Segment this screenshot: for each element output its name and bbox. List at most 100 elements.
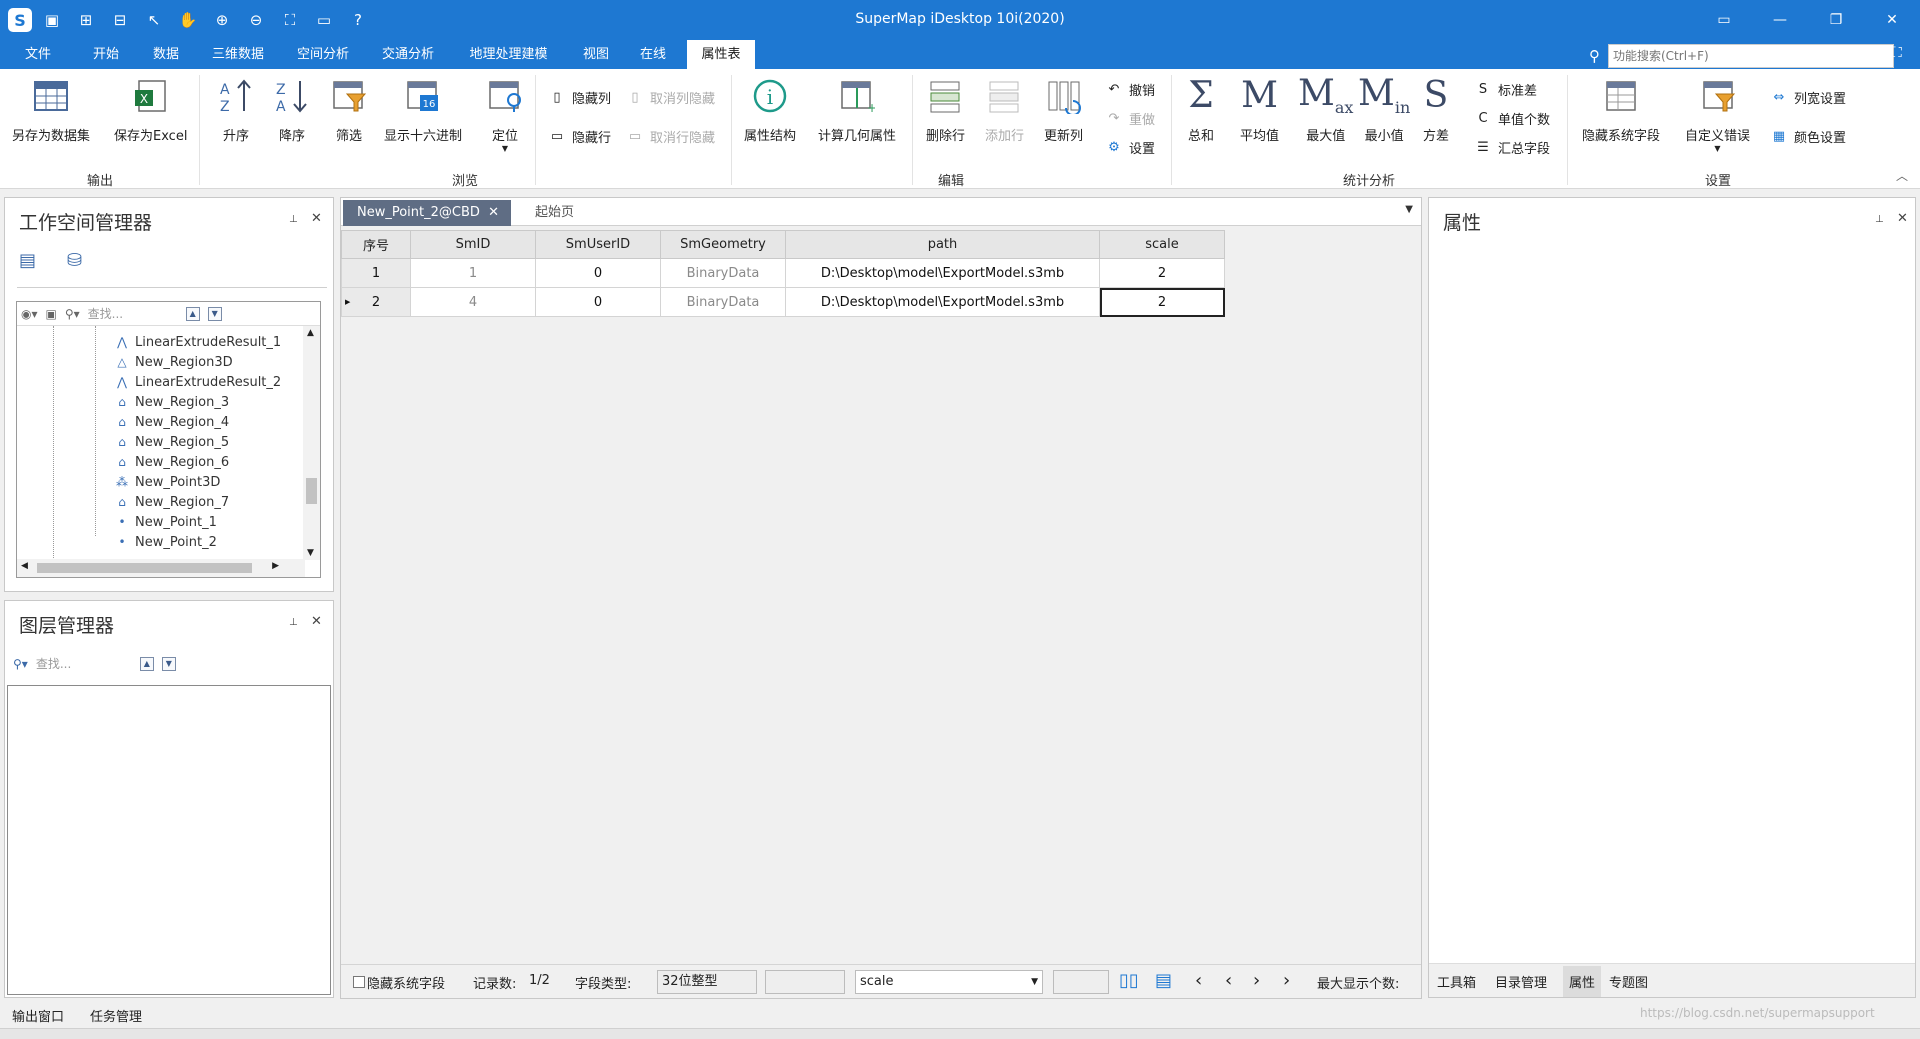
output-window-tab[interactable]: 输出窗口	[12, 1006, 64, 1025]
scale-cell-selected[interactable]: 2	[1099, 287, 1225, 317]
workspace-search-input[interactable]: 查找...	[88, 305, 178, 322]
min-button[interactable]: Min 最小值	[1358, 75, 1410, 144]
color-settings-button[interactable]: ▦ 颜色设置	[1770, 127, 1846, 146]
restore-icon[interactable]: ❐	[1808, 0, 1864, 40]
summary-field-button[interactable]: ☰ 汇总字段	[1474, 138, 1550, 157]
add-row-button[interactable]: 添加行	[985, 75, 1024, 144]
close-window-icon[interactable]: ✕	[1864, 0, 1920, 40]
sort-descending-button[interactable]: ZA 降序	[274, 75, 310, 144]
column-width-settings-button[interactable]: ⇔ 列宽设置	[1770, 88, 1846, 107]
row-layout-icon[interactable]: ▤	[1155, 970, 1172, 991]
row-index-cell[interactable]: 1	[341, 258, 411, 288]
task-manager-tab[interactable]: 任务管理	[90, 1006, 142, 1025]
move-up-icon[interactable]: ▲	[185, 306, 200, 321]
move-down-icon[interactable]: ▼	[207, 306, 222, 321]
first-page-icon[interactable]: ‹	[1195, 970, 1202, 991]
menu-tab-online[interactable]: 在线	[625, 40, 681, 69]
hide-system-fields-button[interactable]: 隐藏系统字段	[1582, 75, 1660, 144]
smuserid-cell[interactable]: 0	[535, 258, 661, 288]
tree-item[interactable]: ⌂ New_Region_6	[113, 452, 229, 472]
field-value-box[interactable]	[765, 970, 845, 994]
scroll-up-icon[interactable]: ▲	[307, 328, 314, 338]
minimize-icon[interactable]: —	[1752, 0, 1808, 40]
tree-item[interactable]: ⁂ New_Point3D	[113, 472, 220, 492]
sort-ascending-button[interactable]: AZ 升序	[218, 75, 254, 144]
hide-column-button[interactable]: ▯ 隐藏列	[548, 88, 611, 107]
last-page-icon[interactable]: ›	[1283, 970, 1290, 991]
smgeometry-cell[interactable]: BinaryData	[660, 258, 786, 288]
hide-system-fields-checkbox[interactable]	[353, 976, 365, 988]
column-header-path[interactable]: path	[785, 230, 1100, 259]
collapse-ribbon-icon[interactable]: ︿	[1896, 167, 1908, 184]
tree-item[interactable]: ⌂ New_Region_7	[113, 492, 229, 512]
tree-vertical-scrollbar[interactable]: ▲ ▼	[303, 326, 320, 560]
locate-layer-icon[interactable]: ▣	[46, 307, 57, 321]
field-name-select[interactable]: scale ▼	[855, 970, 1043, 994]
menu-tab-view[interactable]: 视图	[568, 40, 624, 69]
tree-horizontal-scroll-thumb[interactable]	[37, 563, 252, 573]
smgeometry-cell[interactable]: BinaryData	[660, 287, 786, 317]
tree-item[interactable]: • New_Point_2	[113, 532, 216, 552]
pan-hand-icon[interactable]: ✋	[174, 8, 202, 32]
next-page-icon[interactable]: ›	[1253, 970, 1260, 991]
move-up-icon[interactable]: ▲	[139, 656, 154, 671]
smuserid-cell[interactable]: 0	[535, 287, 661, 317]
document-tab-start-page[interactable]: 起始页	[521, 200, 574, 226]
close-icon[interactable]: ✕	[1897, 211, 1908, 226]
column-header-scale[interactable]: scale	[1099, 230, 1225, 259]
custom-error-button[interactable]: 自定义错误 ▼	[1685, 75, 1750, 153]
close-tab-icon[interactable]: ✕	[488, 200, 499, 226]
unique-count-button[interactable]: C 单值个数	[1474, 109, 1550, 128]
menu-tab-start[interactable]: 开始	[78, 40, 134, 69]
tree-horizontal-scrollbar[interactable]: ◀ ▶	[17, 559, 305, 577]
zoom-out-icon[interactable]: ⊖	[242, 8, 270, 32]
close-icon[interactable]: ✕	[311, 614, 322, 629]
tree-item[interactable]: △ New_Region3D	[113, 352, 232, 372]
previous-page-icon[interactable]: ‹	[1225, 970, 1232, 991]
save-as-excel-button[interactable]: X 保存为Excel	[114, 75, 187, 144]
hide-row-button[interactable]: ▭ 隐藏行	[548, 127, 611, 146]
tree-item[interactable]: • New_Point_1	[113, 512, 216, 532]
scale-cell[interactable]: 2	[1099, 258, 1225, 288]
save-as-dataset-button[interactable]: 另存为数据集	[12, 75, 90, 144]
calculate-geometry-button[interactable]: + 计算几何属性	[818, 75, 896, 144]
variance-button[interactable]: S 方差	[1423, 75, 1449, 145]
close-icon[interactable]: ✕	[311, 211, 322, 226]
max-show-count-input[interactable]	[1053, 970, 1109, 994]
tab-list-dropdown-icon[interactable]: ▼	[1405, 204, 1413, 215]
open-map-icon[interactable]: ⊟	[106, 8, 134, 32]
open-folder-icon[interactable]: ▭	[310, 8, 338, 32]
path-cell[interactable]: D:\Desktop\model\ExportModel.s3mb	[785, 287, 1100, 317]
document-tab-attribute-table[interactable]: New_Point_2@CBD ✕	[343, 200, 511, 226]
select-arrow-icon[interactable]: ↖	[140, 8, 168, 32]
column-header-smid[interactable]: SmID	[410, 230, 536, 259]
column-header-index[interactable]: 序号	[341, 230, 411, 259]
column-header-smgeometry[interactable]: SmGeometry	[660, 230, 786, 259]
tree-item[interactable]: ⋀ LinearExtrudeResult_2	[113, 372, 281, 392]
filter-button[interactable]: 筛选	[331, 75, 367, 144]
menu-tab-geoprocessing[interactable]: 地理处理建模	[456, 40, 561, 69]
tree-vertical-scroll-thumb[interactable]	[306, 478, 317, 504]
settings-button[interactable]: ⚙ 设置	[1105, 138, 1155, 157]
redo-button[interactable]: ↷ 重做	[1105, 109, 1155, 128]
new-map-icon[interactable]: ⊞	[72, 8, 100, 32]
menu-tab-traffic-analysis[interactable]: 交通分析	[368, 40, 448, 69]
search-icon[interactable]: ⚲▾	[65, 307, 80, 321]
tab-toolbox[interactable]: 工具箱	[1437, 972, 1476, 991]
cloud-database-icon[interactable]: ⛁	[67, 250, 82, 271]
sum-button[interactable]: Σ 总和	[1188, 75, 1214, 145]
scroll-down-icon[interactable]: ▼	[307, 548, 314, 558]
unhide-column-button[interactable]: ▯ 取消列隐藏	[626, 88, 715, 107]
max-button[interactable]: Max 最大值	[1298, 75, 1353, 144]
zoom-in-icon[interactable]: ⊕	[208, 8, 236, 32]
menu-tab-3d-data[interactable]: 三维数据	[198, 40, 278, 69]
column-layout-icon[interactable]: ▯▯	[1119, 970, 1139, 991]
tab-properties[interactable]: 属性	[1563, 966, 1602, 997]
locate-button[interactable]: 定位 ▼	[487, 75, 523, 153]
delete-row-button[interactable]: 删除行	[926, 75, 965, 144]
save-icon[interactable]: ▣	[38, 8, 66, 32]
menu-tab-data[interactable]: 数据	[138, 40, 194, 69]
move-down-icon[interactable]: ▼	[161, 656, 176, 671]
workspace-icon[interactable]: ▤	[19, 250, 36, 271]
undo-button[interactable]: ↶ 撤销	[1105, 80, 1155, 99]
